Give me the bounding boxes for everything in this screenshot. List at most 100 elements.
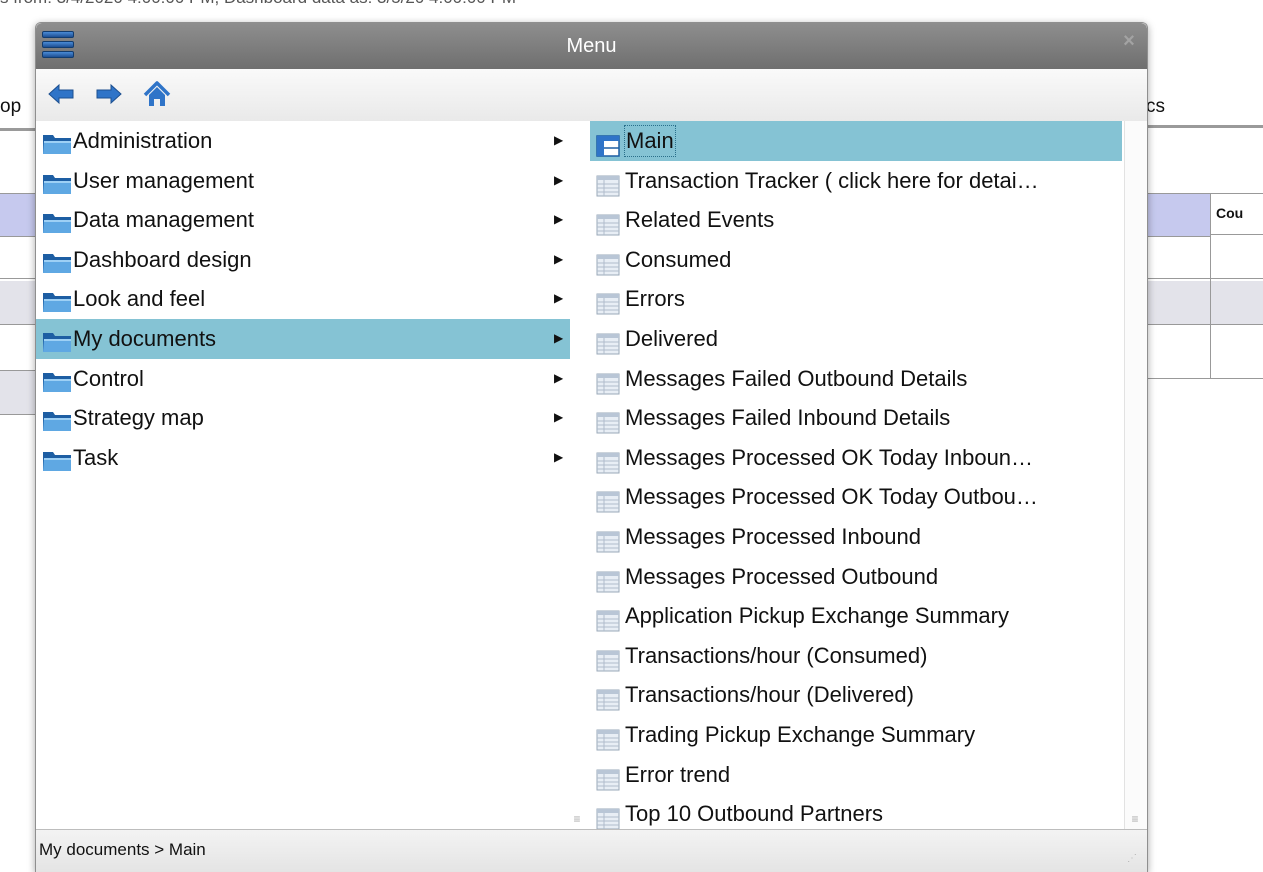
document-item-label: Messages Processed Outbound bbox=[625, 563, 939, 589]
home-icon[interactable] bbox=[142, 79, 172, 109]
background-table-row bbox=[0, 371, 40, 415]
resize-grip-icon[interactable]: ⋰ bbox=[1127, 853, 1143, 869]
menu-item-data-management[interactable]: Data management ▶ bbox=[36, 200, 570, 240]
document-item-label: Messages Processed OK Today Outbou… bbox=[625, 484, 1038, 510]
document-item-messages-processed-outbound[interactable]: Messages Processed Outbound bbox=[590, 557, 1124, 597]
document-item-label: Trading Pickup Exchange Summary bbox=[625, 721, 976, 747]
document-list: Main Transaction Tracker ( click here for… bbox=[590, 121, 1124, 829]
background-table-header-right bbox=[1146, 193, 1210, 237]
document-item-errors[interactable]: Errors bbox=[590, 279, 1124, 319]
submenu-arrow-icon: ▶ bbox=[554, 410, 564, 425]
status-bar: My documents > Main ⋰ bbox=[36, 829, 1147, 872]
navigation-toolbar bbox=[36, 69, 1147, 122]
document-item-label: Top 10 Outbound Partners bbox=[625, 801, 884, 827]
document-item-label: Delivered bbox=[625, 325, 718, 351]
background-tab-fragment-left: op bbox=[0, 96, 22, 117]
background-divider-left bbox=[0, 128, 40, 131]
menu-item-administration[interactable]: Administration ▶ bbox=[36, 121, 570, 161]
document-item-label: Messages Processed Inbound bbox=[625, 523, 921, 549]
background-tab-fragment-right: cs bbox=[1146, 96, 1165, 117]
submenu-arrow-icon: ▶ bbox=[554, 251, 564, 266]
report-icon bbox=[596, 407, 620, 434]
menu-item-dashboard-design[interactable]: Dashboard design ▶ bbox=[36, 240, 570, 280]
dashboard-icon bbox=[596, 130, 620, 157]
title-bar[interactable]: Menu × bbox=[36, 23, 1147, 69]
forward-arrow-icon[interactable] bbox=[94, 79, 124, 109]
background-table-row bbox=[0, 235, 40, 279]
document-item-messages-processed-inbound[interactable]: Messages Processed Inbound bbox=[590, 517, 1124, 557]
menu-item-my-documents[interactable]: My documents ▶ bbox=[36, 318, 570, 359]
menu-item-label: My documents bbox=[73, 325, 217, 351]
document-item-trading-pickup-exchange-summary[interactable]: Trading Pickup Exchange Summary bbox=[590, 715, 1124, 755]
folder-icon bbox=[42, 327, 72, 352]
folder-icon bbox=[42, 208, 72, 234]
document-item-transaction-tracker-click-here-for-detai[interactable]: Transaction Tracker ( click here for det… bbox=[590, 161, 1124, 201]
breadcrumb: My documents > Main bbox=[39, 840, 206, 859]
document-item-messages-failed-inbound-details[interactable]: Messages Failed Inbound Details bbox=[590, 398, 1124, 438]
scrollbar-grip-icon[interactable]: ≡ bbox=[1126, 812, 1144, 826]
report-icon bbox=[596, 486, 620, 513]
submenu-arrow-icon: ▶ bbox=[554, 172, 564, 187]
submenu-arrow-icon: ▶ bbox=[554, 212, 564, 227]
document-item-transactions-hour-delivered[interactable]: Transactions/hour (Delivered) bbox=[590, 675, 1124, 715]
background-table-row bbox=[0, 281, 40, 325]
document-item-transactions-hour-consumed[interactable]: Transactions/hour (Consumed) bbox=[590, 636, 1124, 676]
menu-item-task[interactable]: Task ▶ bbox=[36, 438, 570, 478]
pane-splitter[interactable] bbox=[570, 121, 590, 829]
document-item-label: Related Events bbox=[625, 207, 775, 233]
background-table-row bbox=[1146, 235, 1263, 279]
menu-item-label: Dashboard design bbox=[73, 246, 252, 272]
document-item-main[interactable]: Main bbox=[590, 121, 1124, 161]
report-icon bbox=[596, 170, 620, 197]
close-icon[interactable]: × bbox=[1119, 31, 1139, 51]
splitter-grip-icon[interactable]: ≡ bbox=[570, 812, 584, 826]
document-item-messages-processed-ok-today-inboun[interactable]: Messages Processed OK Today Inboun… bbox=[590, 438, 1124, 478]
submenu-arrow-icon: ▶ bbox=[554, 370, 564, 385]
document-item-label: Application Pickup Exchange Summary bbox=[625, 603, 1009, 629]
document-item-label: Messages Failed Inbound Details bbox=[625, 405, 951, 431]
folder-icon bbox=[42, 287, 72, 313]
document-item-application-pickup-exchange-summary[interactable]: Application Pickup Exchange Summary bbox=[590, 596, 1124, 636]
document-item-label: Messages Processed OK Today Inboun… bbox=[625, 444, 1034, 470]
document-item-messages-processed-ok-today-outbou[interactable]: Messages Processed OK Today Outbou… bbox=[590, 477, 1124, 517]
document-item-error-trend[interactable]: Error trend bbox=[590, 755, 1124, 795]
background-divider-right bbox=[1146, 125, 1263, 128]
menu-item-strategy-map[interactable]: Strategy map ▶ bbox=[36, 398, 570, 438]
submenu-arrow-icon: ▶ bbox=[554, 133, 564, 147]
document-item-messages-failed-outbound-details[interactable]: Messages Failed Outbound Details bbox=[590, 359, 1124, 399]
menu-item-label: Task bbox=[73, 444, 119, 470]
menu-window: Menu × Administration ▶ User management ▶ Da… bbox=[35, 22, 1148, 872]
menu-item-user-management[interactable]: User management ▶ bbox=[36, 161, 570, 201]
background-table-row bbox=[0, 327, 40, 371]
document-item-top-10-outbound-partners[interactable]: Top 10 Outbound Partners bbox=[590, 794, 1124, 829]
folder-icon bbox=[42, 248, 72, 273]
document-item-label: Transaction Tracker ( click here for det… bbox=[625, 167, 1039, 193]
report-icon bbox=[596, 645, 620, 672]
folder-icon bbox=[42, 406, 72, 432]
menu-item-look-and-feel[interactable]: Look and feel ▶ bbox=[36, 279, 570, 319]
document-item-delivered[interactable]: Delivered bbox=[590, 319, 1124, 359]
background-table-column-line bbox=[1210, 235, 1211, 379]
document-item-related-events[interactable]: Related Events bbox=[590, 200, 1124, 240]
background-table-header-label: Cou bbox=[1216, 205, 1244, 221]
report-icon bbox=[596, 526, 620, 553]
menu-item-control[interactable]: Control ▶ bbox=[36, 359, 570, 399]
document-item-label: Main bbox=[624, 125, 676, 157]
menu-item-label: Control bbox=[73, 365, 144, 391]
report-icon bbox=[596, 803, 620, 829]
document-list-scrollbar[interactable] bbox=[1124, 121, 1147, 829]
back-arrow-icon[interactable] bbox=[46, 79, 76, 109]
document-item-consumed[interactable]: Consumed bbox=[590, 240, 1124, 280]
folder-icon bbox=[42, 446, 72, 471]
document-item-label: Transactions/hour (Delivered) bbox=[625, 682, 914, 708]
menu-item-label: Look and feel bbox=[73, 286, 206, 312]
background-table-row bbox=[1146, 281, 1263, 325]
report-icon bbox=[596, 447, 620, 474]
background-table-row bbox=[1146, 327, 1263, 379]
folder-icon bbox=[42, 129, 72, 154]
report-icon bbox=[596, 684, 620, 711]
hamburger-menu-icon[interactable] bbox=[42, 31, 74, 59]
submenu-arrow-icon: ▶ bbox=[554, 330, 564, 345]
document-item-label: Messages Failed Outbound Details bbox=[625, 365, 968, 391]
report-icon bbox=[596, 566, 620, 593]
